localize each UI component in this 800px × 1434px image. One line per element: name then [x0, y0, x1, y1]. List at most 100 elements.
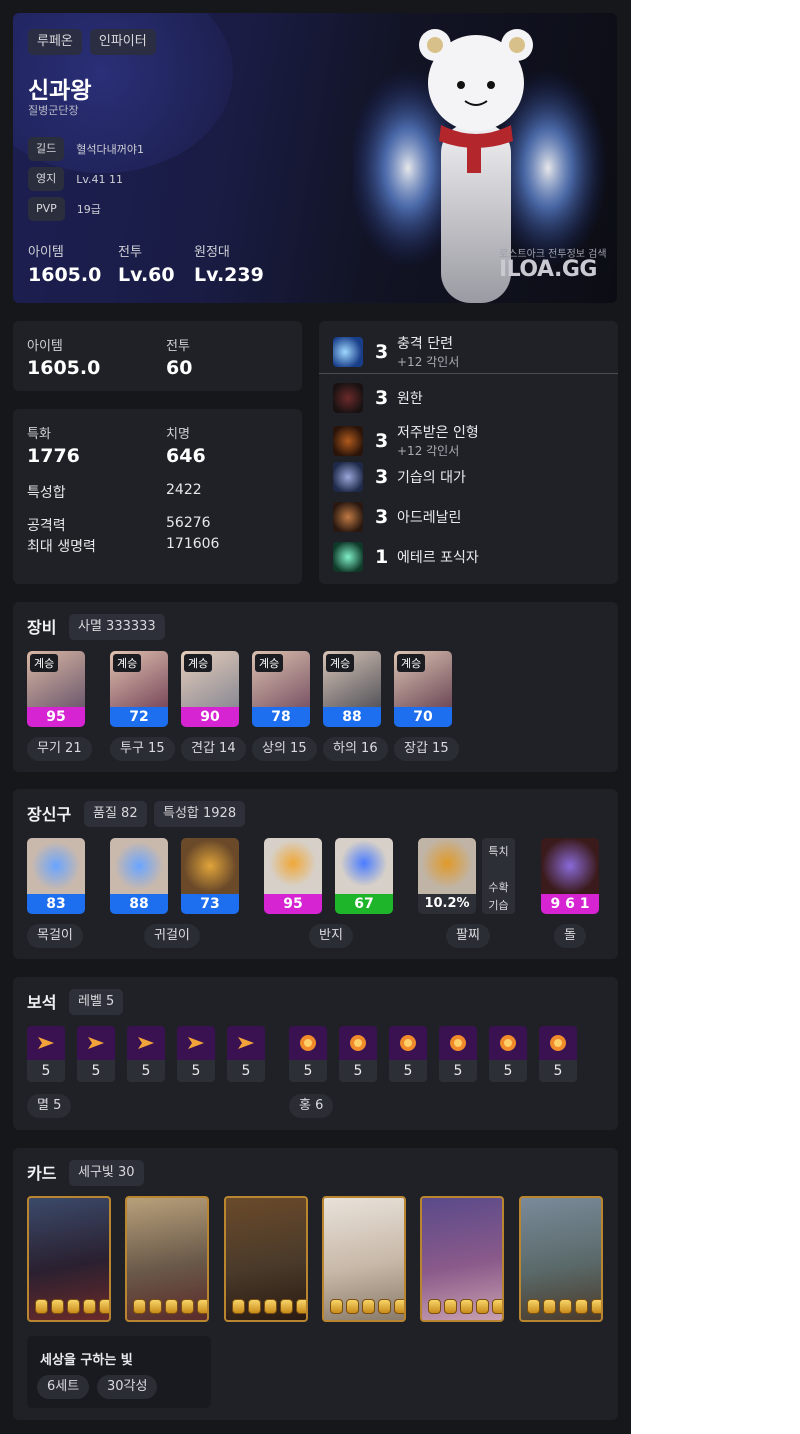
- engraving-item[interactable]: 1 에테르 포식자: [333, 542, 479, 572]
- ring-icon: [264, 838, 322, 894]
- grudge-icon: [333, 383, 363, 413]
- engraving-item[interactable]: 3 기습의 대가: [333, 462, 466, 492]
- equipment-slot-gloves[interactable]: 계승 70: [394, 651, 452, 727]
- equipment-label-gloves: 장갑 15: [394, 737, 459, 761]
- character-name: 신과왕: [28, 78, 92, 104]
- card-set-effect: 세상을 구하는 빛 6세트 30각성: [27, 1336, 211, 1408]
- accessory-necklace[interactable]: 83: [27, 838, 85, 914]
- gem-doom[interactable]: 5: [177, 1026, 215, 1082]
- card-slot[interactable]: [125, 1196, 209, 1322]
- equipment-label-weapon: 무기 21: [27, 737, 92, 761]
- ether-predator-icon: [333, 542, 363, 572]
- blossom-gem-icon: [339, 1026, 377, 1060]
- attack-label: 공격력: [27, 518, 66, 534]
- ring-icon: [335, 838, 393, 894]
- engraving-item[interactable]: 3 아드레날린: [333, 502, 461, 532]
- accessory-label-necklace: 목걸이: [27, 924, 83, 948]
- accessory-ring-1[interactable]: 95: [264, 838, 322, 914]
- estate-value: Lv.41 11: [76, 172, 124, 186]
- equipment-panel: 장비 사멸 333333 계승 95 계승 72 계승 90 계승 78 계승 …: [13, 602, 618, 772]
- equipment-label-shoulder: 견갑 14: [181, 737, 246, 761]
- bracelet-options: 특치 수확 기습: [482, 838, 515, 914]
- helmet-icon: 계승: [110, 651, 168, 707]
- card-awakening-total: 30각성: [97, 1375, 158, 1399]
- equipment-slot-helmet[interactable]: 계승 72: [110, 651, 168, 727]
- hero-item-level: 아이템 1605.0: [28, 245, 102, 286]
- cursed-doll-icon: [333, 425, 363, 456]
- adrenaline-icon: [333, 502, 363, 532]
- gem-blossom[interactable]: 5: [389, 1026, 427, 1082]
- gem-blossom[interactable]: 5: [489, 1026, 527, 1082]
- accessory-bracelet[interactable]: 10.2%: [418, 838, 476, 914]
- character-hero-banner: 루페온 인파이터 신과왕 질병군단장 길드 혈석다내꺼야1 영지 Lv.41 1…: [13, 13, 617, 303]
- earring-icon: [181, 838, 239, 894]
- cards-set-chip: 세구빛 30: [69, 1160, 144, 1186]
- equipment-label-helmet: 투구 15: [110, 737, 175, 761]
- gem-blossom[interactable]: 5: [439, 1026, 477, 1082]
- earring-icon: [110, 838, 168, 894]
- gem-doom[interactable]: 5: [27, 1026, 65, 1082]
- card-awakening-orbs: [527, 1299, 601, 1314]
- equipment-slot-pants[interactable]: 계승 88: [323, 651, 381, 727]
- accessories-stat-chip: 특성합 1928: [154, 801, 246, 827]
- stat-total-value: 2422: [166, 482, 202, 498]
- gem-doom[interactable]: 5: [127, 1026, 165, 1082]
- gem-doom[interactable]: 5: [227, 1026, 265, 1082]
- class-tag: 인파이터: [89, 29, 156, 55]
- estate-label: 영지: [28, 167, 65, 191]
- accessory-earring-1[interactable]: 88: [110, 838, 168, 914]
- doom-gem-icon: [27, 1026, 65, 1060]
- equipment-title: 장비: [27, 618, 57, 637]
- gem-blossom-summary: 홍 6: [289, 1094, 334, 1118]
- guild-row: 길드 혈석다내꺼야1: [28, 137, 144, 161]
- card-slot[interactable]: [420, 1196, 504, 1322]
- level-summary-panel: 아이템 1605.0 전투 60: [13, 321, 302, 391]
- server-tag: 루페온: [28, 29, 82, 55]
- attack-value: 56276: [166, 515, 211, 531]
- card-slot[interactable]: [322, 1196, 406, 1322]
- doom-gem-icon: [77, 1026, 115, 1060]
- master-ambush-icon: [333, 462, 363, 492]
- card-slot[interactable]: [519, 1196, 603, 1322]
- accessory-ability-stone[interactable]: 9 6 1: [541, 838, 599, 914]
- doom-gem-icon: [127, 1026, 165, 1060]
- cards-title: 카드: [27, 1164, 57, 1183]
- character-title: 질병군단장: [28, 104, 79, 117]
- bracelet-icon: [418, 838, 476, 894]
- gems-panel: 보석 레벨 5 5 5 5 5 5 5 5 5 5 5 5 멸 5 홍 6: [13, 977, 618, 1130]
- card-awakening-orbs: [35, 1299, 109, 1314]
- pvp-value: 19급: [76, 203, 101, 216]
- divider: [319, 373, 618, 374]
- engravings-panel: 3 충격 단련 +12 각인서 3 원한 3 저주받은 인형 +12 각인서 3…: [319, 321, 618, 584]
- gem-doom[interactable]: 5: [77, 1026, 115, 1082]
- equipment-slot-shoulder[interactable]: 계승 90: [181, 651, 239, 727]
- card-slot[interactable]: [224, 1196, 308, 1322]
- card-slot[interactable]: [27, 1196, 111, 1322]
- shoulder-icon: 계승: [181, 651, 239, 707]
- ability-stone-icon: [541, 838, 599, 894]
- accessory-earring-2[interactable]: 73: [181, 838, 239, 914]
- card-set-name: 세상을 구하는 빛: [40, 1353, 133, 1368]
- weapon-icon: 계승: [27, 651, 85, 707]
- gem-blossom[interactable]: 5: [539, 1026, 577, 1082]
- combat-level: 전투 60: [166, 339, 193, 379]
- guild-label: 길드: [28, 137, 65, 161]
- equipment-slot-weapon[interactable]: 계승 95: [27, 651, 85, 727]
- item-level: 아이템 1605.0: [27, 339, 101, 379]
- engraving-item[interactable]: 3 저주받은 인형 +12 각인서: [333, 422, 479, 459]
- profile-page: 루페온 인파이터 신과왕 질병군단장 길드 혈석다내꺼야1 영지 Lv.41 1…: [0, 0, 631, 1434]
- accessory-ring-2[interactable]: 67: [335, 838, 393, 914]
- card-awakening-orbs: [133, 1299, 207, 1314]
- pvp-row: PVP 19급: [28, 197, 101, 221]
- gem-blossom[interactable]: 5: [339, 1026, 377, 1082]
- engraving-item[interactable]: 3 원한: [333, 383, 423, 413]
- chest-icon: 계승: [252, 651, 310, 707]
- equipment-slot-chest[interactable]: 계승 78: [252, 651, 310, 727]
- gems-level-chip: 레벨 5: [69, 989, 124, 1015]
- hp-value: 171606: [166, 536, 220, 552]
- engraving-item[interactable]: 3 충격 단련 +12 각인서: [333, 333, 459, 370]
- accessory-label-earrings: 귀걸이: [144, 924, 200, 948]
- blossom-gem-icon: [539, 1026, 577, 1060]
- card-awakening-orbs: [428, 1299, 502, 1314]
- gem-blossom[interactable]: 5: [289, 1026, 327, 1082]
